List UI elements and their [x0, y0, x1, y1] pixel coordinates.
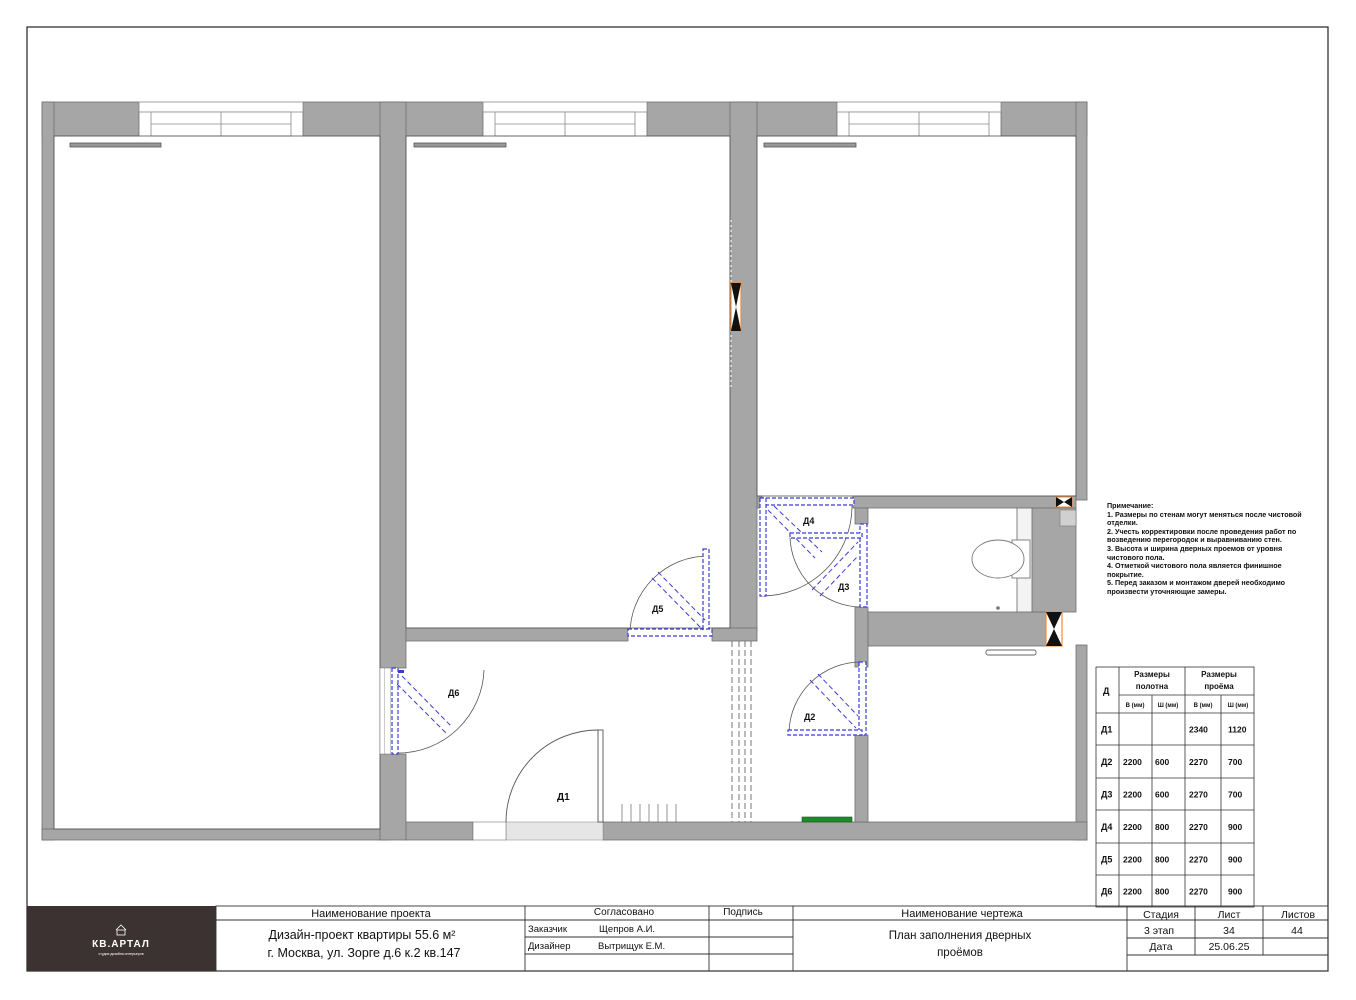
radiator: [801, 816, 853, 823]
table-leaf-h: В (мм): [1126, 703, 1145, 709]
floor-drain: [996, 606, 1000, 610]
table-open-group-1: Размеры: [1201, 670, 1237, 679]
table-rows: Д1 2340 1120 Д2 2200 600 2270 700 Д3 2200 600 2270 7…: [1101, 725, 1247, 897]
door-label-d1: Д1: [557, 792, 570, 803]
door-label-d2: Д2: [804, 712, 815, 722]
table-cell-open-w: 900: [1228, 854, 1242, 864]
table-cell-id: Д6: [1101, 887, 1112, 897]
table-cell-open-w: 900: [1228, 822, 1242, 832]
notes-block: Примечание: 1. Размеры по стенам могут м…: [1107, 501, 1303, 597]
title-block: КВ.АРТАЛ студия дизайна интерьеров Наиме…: [27, 905, 1329, 972]
shaft-marker-3: [1055, 496, 1073, 508]
project-line-2: г. Москва, ул. Зорге д.6 к.2 кв.147: [268, 946, 461, 960]
towel-rail: [985, 649, 1037, 656]
project-name-label: Наименование проекта: [311, 908, 431, 920]
shaft-marker-1: [730, 282, 742, 332]
table-cell-id: Д3: [1101, 790, 1112, 800]
table-leaf-group-2: полотна: [1136, 682, 1169, 691]
table-cell-open-h: 2270: [1189, 757, 1208, 767]
table-cell-open-h: 2270: [1189, 822, 1208, 832]
table-cell-leaf-w: 800: [1155, 822, 1169, 832]
table-cell-leaf-h: 2200: [1123, 790, 1142, 800]
designer-name: Вытрищук Е.М.: [598, 941, 665, 952]
table-open-h: В (мм): [1194, 703, 1213, 709]
stage-label: Стадия: [1143, 909, 1179, 921]
sheets-label: Листов: [1281, 909, 1316, 921]
radiator-hall: [621, 804, 677, 822]
door-d5: [627, 548, 713, 637]
table-cell-leaf-h: 2200: [1123, 757, 1142, 767]
note-line-2: 2. Учесть корректировки после проведения…: [1107, 526, 1297, 545]
door-d6: [391, 667, 485, 755]
project-line-1: Дизайн-проект квартиры 55.6 м²: [269, 928, 456, 942]
note-line-5: 5. Перед заказом и монтажом дверей необх…: [1107, 578, 1286, 596]
sheet-label: Лист: [1218, 909, 1241, 921]
stage-value: 3 этап: [1144, 925, 1174, 937]
table-cell-leaf-w: 800: [1155, 887, 1169, 897]
hall-dashed-lines: [731, 641, 752, 822]
drawing-line-2: проёмов: [937, 947, 983, 959]
door-label-d6: Д6: [448, 688, 459, 698]
drawing-name-label: Наименование чертежа: [901, 908, 1023, 920]
table-cell-id: Д1: [1101, 725, 1112, 735]
table-cell-leaf-w: 800: [1155, 854, 1169, 864]
table-cell-leaf-w: 600: [1155, 790, 1169, 800]
customer-name: Щепров А.И.: [599, 924, 655, 935]
agreed-label: Согласовано: [594, 907, 655, 918]
table-cell-id: Д5: [1101, 854, 1112, 864]
note-line-3: 3. Высота и ширина дверных проемов от ур…: [1107, 543, 1283, 562]
table-leaf-w: Ш (мм): [1158, 703, 1179, 709]
table-cell-leaf-w: 600: [1155, 757, 1169, 767]
floor-plan-sheet: Д1 Д5 Д6 Д4 Д3 Д2 Д Размеры полотна Разм…: [26, 26, 1329, 972]
designer-role: Дизайнер: [528, 941, 571, 952]
bath-shelf: [1059, 509, 1077, 527]
customer-role: Заказчик: [528, 924, 568, 935]
door-d2: [787, 661, 867, 736]
door-d3: [789, 523, 868, 608]
table-cell-open-w: 900: [1228, 887, 1242, 897]
table-cell-leaf-h: 2200: [1123, 854, 1142, 864]
table-cell-leaf-h: 2200: [1123, 822, 1142, 832]
table-cell-open-w: 1120: [1228, 725, 1247, 735]
table-cell-open-h: 2270: [1189, 887, 1208, 897]
table-leaf-group-1: Размеры: [1134, 670, 1170, 679]
table-cell-open-h: 2340: [1189, 725, 1208, 735]
table-cell-open-h: 2270: [1189, 790, 1208, 800]
table-open-w: Ш (мм): [1228, 703, 1249, 709]
walls: [41, 101, 1088, 841]
logo-subtitle: студия дизайна интерьеров: [98, 952, 143, 956]
room-outlines: [53, 135, 1077, 830]
logo-text: КВ.АРТАЛ: [92, 939, 150, 950]
table-cell-open-h: 2270: [1189, 854, 1208, 864]
sheet-value: 34: [1223, 925, 1235, 937]
table-cell-leaf-h: 2200: [1123, 887, 1142, 897]
windows: [138, 101, 1002, 137]
table-cell-id: Д2: [1101, 757, 1112, 767]
door-jamb-stub: [472, 821, 507, 841]
table-cell-open-w: 700: [1228, 757, 1242, 767]
toilet: [971, 507, 1033, 613]
note-line-1: 1. Размеры по стенам могут меняться посл…: [1107, 509, 1302, 528]
table-cell-open-w: 700: [1228, 790, 1242, 800]
date-label: Дата: [1149, 941, 1172, 953]
table-cell-id: Д4: [1101, 822, 1112, 832]
table-col-d: Д: [1103, 686, 1110, 696]
door-d1: [505, 729, 604, 823]
date-value: 25.06.25: [1209, 941, 1250, 953]
door-label-d5: Д5: [652, 604, 663, 614]
sheets-value: 44: [1291, 925, 1303, 937]
note-line-4: 4. Отметкой чистового пола является фини…: [1107, 561, 1282, 579]
shaft-marker-2: [1045, 611, 1063, 647]
drawing-line-1: План заполнения дверных: [889, 930, 1032, 942]
threshold: [505, 821, 604, 841]
door-schedule-table: Д Размеры полотна Размеры проёма В (мм) …: [1095, 666, 1255, 908]
table-open-group-2: проёма: [1204, 682, 1234, 691]
door-label-d3: Д3: [838, 582, 849, 592]
door-label-d4: Д4: [803, 516, 814, 526]
signature-label: Подпись: [723, 907, 763, 918]
